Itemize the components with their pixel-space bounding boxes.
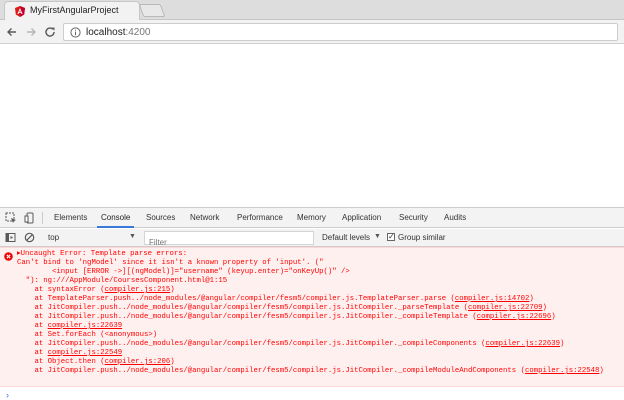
reload-icon[interactable] — [42, 24, 58, 40]
stack-frame: at JitCompiler.push../node_modules/@angu… — [17, 367, 604, 375]
console-sidebar-icon[interactable] — [5, 232, 16, 243]
source-link[interactable]: compiler.js:22639 — [486, 340, 560, 348]
stack-frame: at JitCompiler.push../node_modules/@angu… — [17, 340, 565, 348]
page-viewport — [0, 45, 624, 207]
error-line: Can't bind to 'ngModel' since it isn't a… — [17, 259, 324, 267]
info-icon[interactable] — [70, 27, 81, 38]
back-arrow-icon[interactable] — [4, 24, 20, 40]
source-link[interactable]: compiler.js:22548 — [525, 367, 599, 375]
source-link[interactable]: compiler.js:14702 — [455, 295, 529, 303]
source-link[interactable]: compiler.js:22709 — [468, 304, 542, 312]
tab-security[interactable]: Security — [399, 213, 428, 222]
console-filter-field[interactable] — [144, 231, 314, 249]
console-error-message: ▸Uncaught Error: Template parse errors: … — [0, 247, 624, 387]
log-levels-select[interactable]: Default levels — [322, 233, 370, 242]
error-circle-icon — [4, 252, 13, 261]
source-link[interactable]: compiler.js:22549 — [48, 349, 122, 357]
active-tab-indicator — [97, 226, 134, 228]
stack-frame: at Object.then (compiler.js:206) — [17, 358, 175, 366]
browser-tab[interactable]: MyFirstAngularProject — [4, 1, 140, 20]
stack-frame: at TemplateParser.push../node_modules/@a… — [17, 295, 534, 303]
tab-performance[interactable]: Performance — [237, 213, 283, 222]
tab-network[interactable]: Network — [190, 213, 219, 222]
console-prompt[interactable]: › — [6, 390, 9, 400]
clear-console-icon[interactable] — [24, 232, 35, 243]
source-link[interactable]: compiler.js:22696 — [477, 313, 551, 321]
source-link[interactable]: compiler.js:206 — [105, 358, 171, 366]
tab-title: MyFirstAngularProject — [30, 5, 119, 15]
new-tab-button[interactable] — [138, 4, 166, 17]
group-similar-label: Group similar — [398, 233, 446, 242]
forward-arrow-icon[interactable] — [23, 24, 39, 40]
stack-frame: at compiler.js:22549 — [17, 349, 123, 357]
execution-context-select[interactable]: top — [48, 233, 59, 242]
source-link[interactable]: compiler.js:215 — [105, 286, 171, 294]
group-similar-checkbox[interactable]: ✓ — [387, 232, 395, 241]
tab-strip: MyFirstAngularProject — [0, 0, 624, 20]
error-title-text: Uncaught Error: Template parse errors: — [20, 250, 188, 258]
address-bar[interactable]: localhost:4200 — [63, 23, 618, 41]
devtools-tab-bar: Elements Console Sources Network Perform… — [0, 208, 624, 228]
stack-frame: at Set.forEach (<anonymous>) — [17, 331, 158, 339]
stack-frame: at JitCompiler.push../node_modules/@angu… — [17, 304, 547, 312]
browser-toolbar: localhost:4200 — [0, 20, 624, 44]
device-toolbar-icon[interactable] — [24, 212, 36, 224]
devtools-separator — [42, 212, 43, 224]
console-filter-bar: top ▼ Default levels ▼ ✓ Group similar — [0, 229, 624, 249]
tab-audits[interactable]: Audits — [444, 213, 466, 222]
source-link[interactable]: compiler.js:22639 — [48, 322, 122, 330]
url-host: localhost — [86, 27, 126, 38]
chevron-down-icon[interactable]: ▼ — [374, 233, 381, 240]
url-text: localhost:4200 — [86, 27, 151, 38]
error-title[interactable]: ▸Uncaught Error: Template parse errors: — [17, 250, 187, 259]
console-output: ▸Uncaught Error: Template parse errors: … — [0, 247, 624, 400]
tab-console[interactable]: Console — [101, 213, 130, 222]
stack-frame: at compiler.js:22639 — [17, 322, 123, 330]
devtools-panel: Elements Console Sources Network Perform… — [0, 207, 624, 400]
chevron-down-icon[interactable]: ▼ — [129, 233, 136, 240]
inspect-element-icon[interactable] — [5, 212, 17, 224]
checkmark-icon: ✓ — [388, 232, 395, 241]
tab-memory[interactable]: Memory — [297, 213, 326, 222]
angular-logo-icon — [15, 6, 25, 17]
stack-frame: at syntaxError (compiler.js:215) — [17, 286, 175, 294]
error-line: "): ng:///AppModule/CoursesComponent.htm… — [17, 277, 228, 285]
url-port: :4200 — [125, 27, 151, 38]
tab-sources[interactable]: Sources — [146, 213, 175, 222]
error-line: <input [ERROR ->][(ngModel)]="username" … — [17, 268, 350, 276]
stack-frame: at JitCompiler.push../node_modules/@angu… — [17, 313, 556, 321]
tab-elements[interactable]: Elements — [54, 213, 87, 222]
tab-application[interactable]: Application — [342, 213, 381, 222]
